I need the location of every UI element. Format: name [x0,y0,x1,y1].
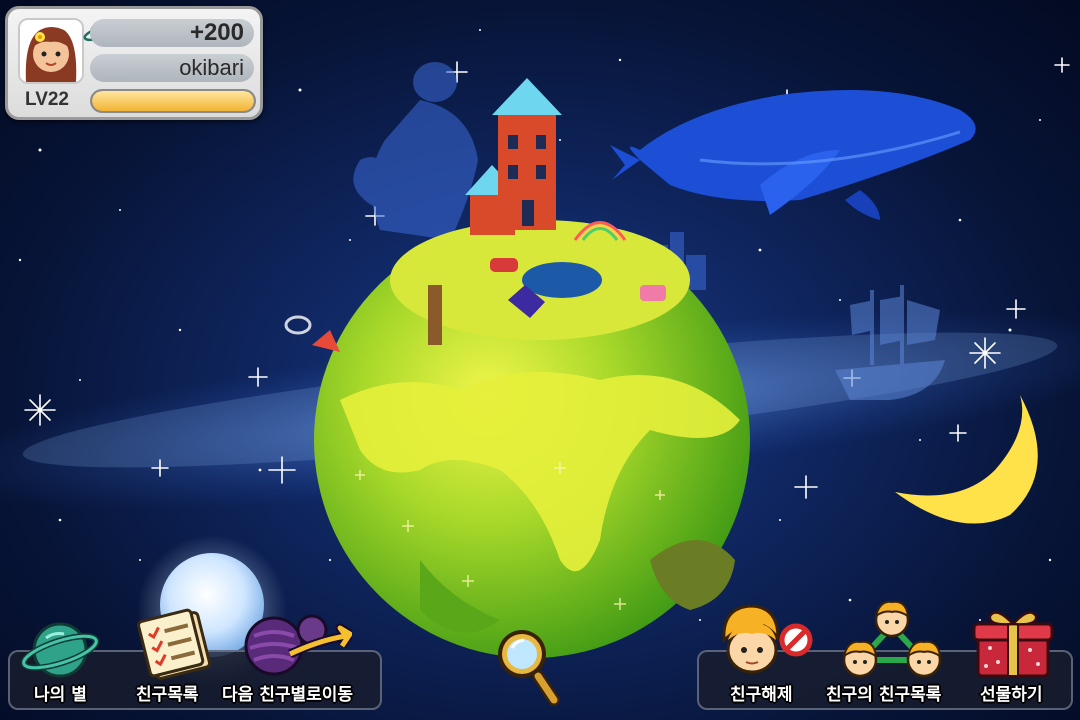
friend-list-button[interactable]: 친구목록 [126,608,226,712]
gift-box-icon [972,611,1054,678]
friend-list-label: 친구목록 [136,685,199,705]
unfriend-icon [722,604,813,674]
profile-panel: +200 okibari LV22 [5,6,263,120]
xp-bar-fill [92,91,254,111]
lady-silhouette [353,62,478,240]
send-gift-label: 선물하기 [980,685,1043,705]
magnifier-icon [498,630,560,706]
planet-arrow-icon [244,614,352,676]
game-scene: +200 okibari LV22 나의 별 친구목록 다음 친구별로이동 친구… [0,0,1080,720]
unfriend-label: 친구해제 [730,685,793,705]
saturn-icon [20,622,100,678]
checklist-icon [137,608,212,680]
friends-of-friend-label: 친구의 친구목록 [826,685,942,705]
level-label: LV22 [25,89,70,110]
xp-bar [90,89,256,113]
send-gift-button[interactable]: 선물하기 [966,606,1066,712]
next-friend-star-button[interactable]: 다음 친구별로이동 [222,606,376,712]
points-counter: +200 [90,19,254,47]
avatar[interactable] [18,18,84,84]
whale [610,90,976,220]
username-label: okibari [90,54,254,82]
next-friend-star-label: 다음 친구별로이동 [222,685,354,705]
friends-network-icon [842,600,942,678]
my-star-label: 나의 별 [34,685,87,705]
unfriend-button[interactable]: 친구해제 [714,600,824,712]
zoom-button[interactable] [494,626,564,710]
friends-of-friend-button[interactable]: 친구의 친구목록 [826,596,956,712]
my-star-button[interactable]: 나의 별 [20,612,100,712]
